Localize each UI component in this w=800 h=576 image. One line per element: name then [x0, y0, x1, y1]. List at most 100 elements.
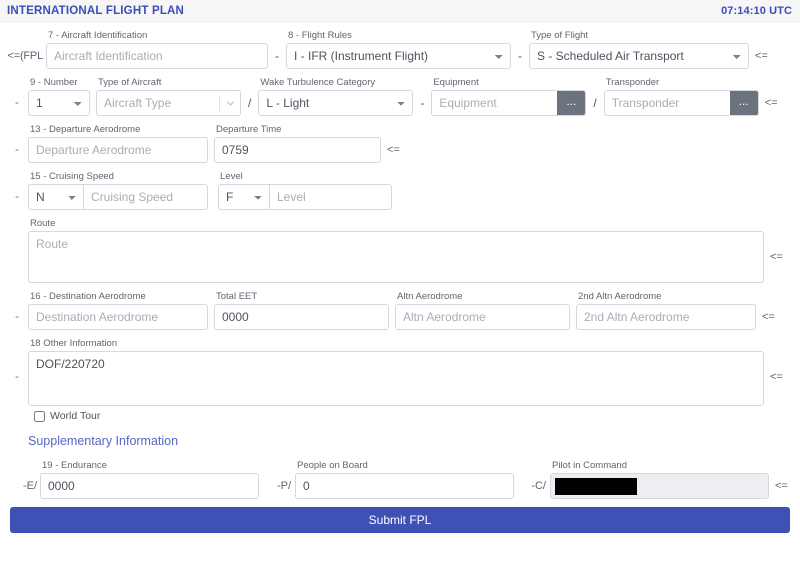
- utc-clock: 07:14:10 UTC: [721, 4, 792, 17]
- form-row-item16: - 16 - Destination Aerodrome Total EET A…: [0, 291, 800, 330]
- altn-aerodrome-input[interactable]: [395, 304, 570, 330]
- line-end-marker-2: <=: [764, 97, 778, 109]
- form-row-item7: <=(FPL 7 - Aircraft Identification - 8 -…: [0, 30, 800, 69]
- departure-aerodrome-input[interactable]: [28, 137, 208, 163]
- form-row-item9-10: - 9 - Number 1 Type of Aircraft / Wake T…: [0, 77, 800, 116]
- field-level-unit: Level F: [218, 171, 270, 210]
- dash-marker-2: -: [15, 144, 19, 156]
- label-total-eet: Total EET: [216, 291, 258, 302]
- field-transponder: Transponder ...: [603, 77, 759, 116]
- label-flight-rules: 8 - Flight Rules: [288, 30, 352, 41]
- field-wake-turbulence-category: Wake Turbulence Category L - Light: [258, 77, 414, 116]
- fpl-open-marker: <=(FPL: [7, 50, 44, 62]
- app-header: INTERNATIONAL FLIGHT PLAN 07:14:10 UTC: [0, 0, 800, 22]
- endurance-prefix: -E/: [22, 480, 37, 492]
- line-end-marker-7: <=: [775, 480, 788, 492]
- label-destination-aerodrome: 16 - Destination Aerodrome: [30, 291, 146, 302]
- transponder-input-group: ...: [603, 90, 759, 116]
- line-end-marker-1: <=: [755, 50, 768, 62]
- dash-marker-1: -: [15, 97, 19, 109]
- field-people-on-board: People on Board: [295, 460, 514, 499]
- dash-marker-5: -: [15, 371, 19, 383]
- label-departure-aerodrome: 13 - Departure Aerodrome: [30, 124, 141, 135]
- aircraft-identification-input[interactable]: [46, 43, 268, 69]
- label-endurance: 19 - Endurance: [42, 460, 107, 471]
- label-pilot-in-command: Pilot in Command: [552, 460, 627, 471]
- equipment-input-group: ...: [431, 90, 587, 116]
- field-total-eet: Total EET: [214, 291, 389, 330]
- form-row-item13: - 13 - Departure Aerodrome Departure Tim…: [0, 124, 800, 163]
- world-tour-label[interactable]: World Tour: [50, 410, 100, 422]
- label-altn-aerodrome: Altn Aerodrome: [397, 291, 463, 302]
- level-unit-select[interactable]: F: [218, 184, 270, 210]
- flight-rules-select[interactable]: I - IFR (Instrument Flight): [286, 43, 511, 69]
- field-cruising-speed: [84, 171, 208, 210]
- cruising-speed-unit-select[interactable]: N: [28, 184, 84, 210]
- departure-time-input[interactable]: [214, 137, 381, 163]
- equipment-input[interactable]: [432, 91, 558, 115]
- label-cruising-speed: 15 - Cruising Speed: [30, 171, 114, 182]
- label-people-on-board: People on Board: [297, 460, 368, 471]
- submit-fpl-button[interactable]: Submit FPL: [10, 507, 790, 533]
- separator-hyphen-1: -: [275, 49, 279, 63]
- label-level: Level: [220, 171, 243, 182]
- second-altn-aerodrome-input[interactable]: [576, 304, 756, 330]
- field-other-information: 18 Other Information DOF/220720: [28, 338, 764, 406]
- label-aircraft-identification: 7 - Aircraft Identification: [48, 30, 148, 41]
- type-of-aircraft-combobox[interactable]: [96, 90, 241, 116]
- endurance-input[interactable]: [40, 473, 259, 499]
- pilot-in-command-input[interactable]: [550, 473, 769, 499]
- equipment-more-button[interactable]: ...: [557, 91, 586, 115]
- separator-hyphen-3: -: [420, 96, 425, 110]
- type-of-aircraft-input[interactable]: [97, 91, 219, 115]
- field-second-altn-aerodrome: 2nd Altn Aerodrome: [576, 291, 756, 330]
- field-departure-time: Departure Time: [214, 124, 381, 163]
- field-departure-aerodrome: 13 - Departure Aerodrome: [28, 124, 208, 163]
- route-spacer: [6, 218, 28, 244]
- line-end-marker-3: <=: [387, 144, 400, 156]
- other-information-textarea[interactable]: DOF/220720: [28, 351, 764, 406]
- people-on-board-prefix: -P/: [276, 480, 291, 492]
- number-select[interactable]: 1: [28, 90, 90, 116]
- chevron-down-icon[interactable]: [220, 91, 240, 115]
- form-row-item19: -E/ 19 - Endurance -P/ People on Board -…: [0, 460, 800, 499]
- field-destination-aerodrome: 16 - Destination Aerodrome: [28, 291, 208, 330]
- type-of-flight-select[interactable]: S - Scheduled Air Transport: [529, 43, 749, 69]
- field-type-of-flight: Type of Flight S - Scheduled Air Transpo…: [529, 30, 749, 69]
- flight-plan-page: INTERNATIONAL FLIGHT PLAN 07:14:10 UTC <…: [0, 0, 800, 576]
- label-number: 9 - Number: [30, 77, 78, 88]
- field-equipment: Equipment ...: [431, 77, 587, 116]
- transponder-input[interactable]: [604, 91, 730, 115]
- route-textarea[interactable]: [28, 231, 764, 283]
- line-end-marker-6: <=: [770, 371, 783, 383]
- separator-slash-1: /: [248, 96, 252, 110]
- field-route: Route: [28, 218, 764, 283]
- label-wake-turbulence-category: Wake Turbulence Category: [260, 77, 376, 88]
- people-on-board-input[interactable]: [295, 473, 514, 499]
- transponder-more-button[interactable]: ...: [729, 91, 758, 115]
- total-eet-input[interactable]: [214, 304, 389, 330]
- label-type-of-flight: Type of Flight: [531, 30, 589, 41]
- world-tour-checkbox[interactable]: [34, 410, 45, 422]
- label-route: Route: [30, 218, 56, 229]
- form-row-route: Route <=: [0, 218, 800, 283]
- label-departure-time: Departure Time: [216, 124, 282, 135]
- line-end-marker-5: <=: [762, 311, 775, 323]
- level-input[interactable]: [270, 184, 392, 210]
- redaction-box: [555, 477, 637, 495]
- cruising-speed-input[interactable]: [84, 184, 208, 210]
- field-pilot-in-command: Pilot in Command: [550, 460, 769, 499]
- label-transponder: Transponder: [605, 77, 660, 88]
- label-type-of-aircraft: Type of Aircraft: [98, 77, 162, 88]
- separator-slash-2: /: [593, 96, 597, 110]
- field-number: 9 - Number 1: [28, 77, 90, 116]
- world-tour-row: World Tour: [0, 410, 800, 422]
- pilot-in-command-prefix: -C/: [531, 480, 546, 492]
- field-flight-rules: 8 - Flight Rules I - IFR (Instrument Fli…: [286, 30, 511, 69]
- separator-hyphen-2: -: [518, 49, 522, 63]
- line-end-marker-4: <=: [770, 251, 783, 263]
- destination-aerodrome-input[interactable]: [28, 304, 208, 330]
- form-row-item15: - 15 - Cruising Speed N Level F: [0, 171, 800, 210]
- wake-turbulence-select[interactable]: L - Light: [258, 90, 414, 116]
- field-endurance: 19 - Endurance: [40, 460, 259, 499]
